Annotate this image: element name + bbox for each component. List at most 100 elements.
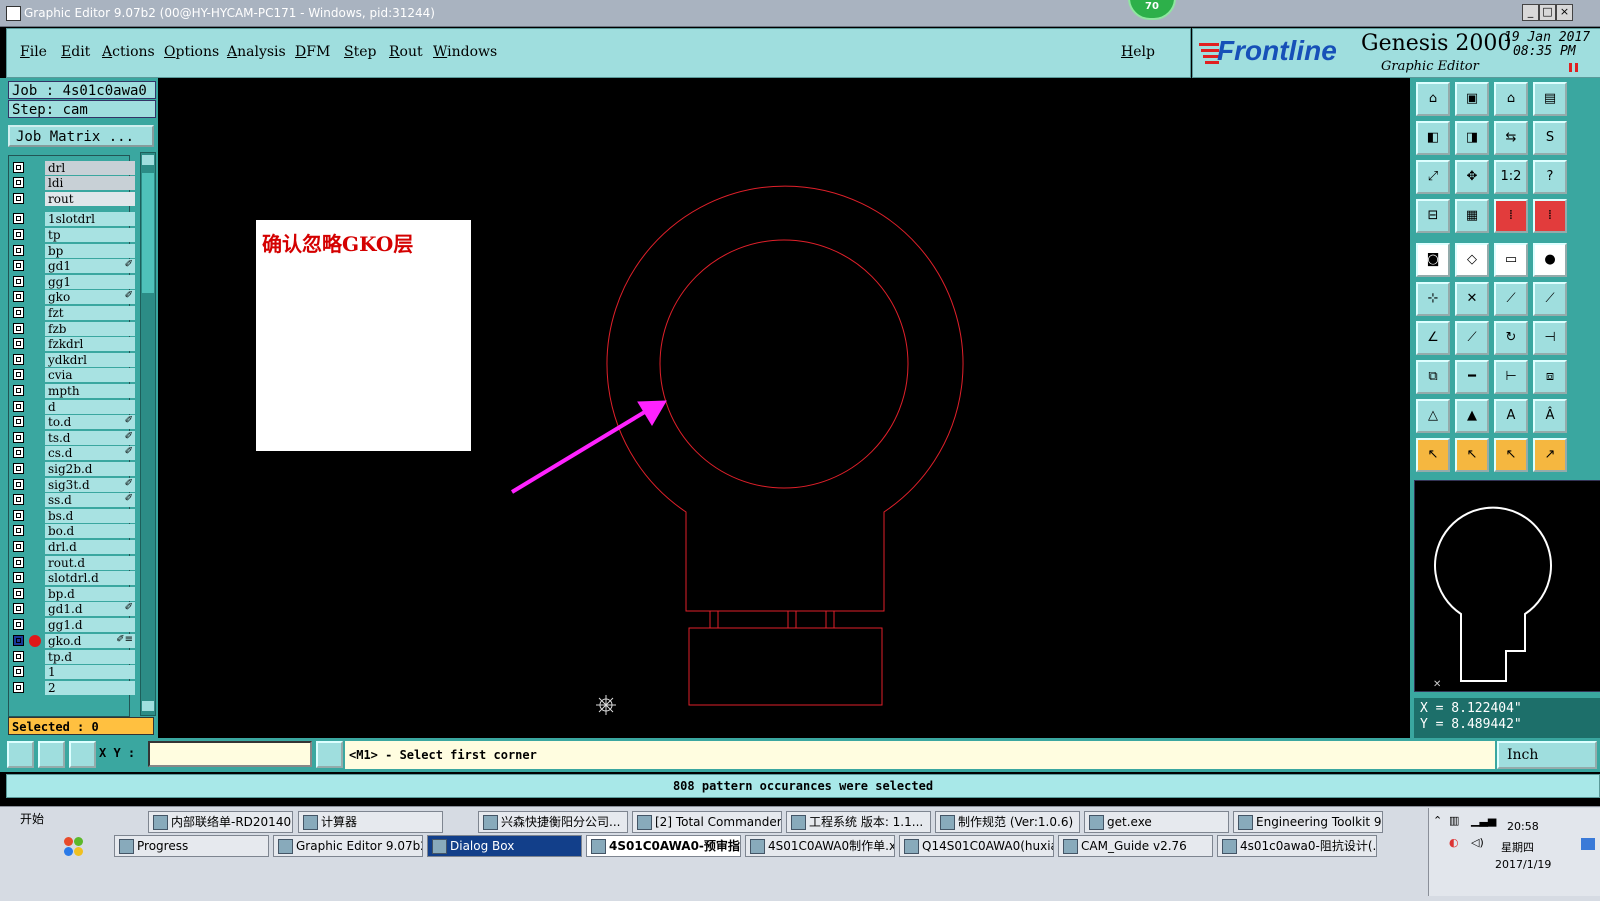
shape-icon[interactable]: ◙: [1416, 243, 1450, 277]
flip-icon[interactable]: ⊣: [1533, 321, 1567, 355]
ruler-icon[interactable]: ▭: [1494, 243, 1528, 277]
task-button[interactable]: 兴森快捷衡阳分公司...: [478, 811, 628, 833]
angle-mode-icon[interactable]: [38, 741, 65, 768]
unit-selector[interactable]: Inch: [1497, 741, 1597, 769]
tray-weekday: 星期四: [1501, 841, 1534, 854]
command-prompt: <M1> - Select first corner: [345, 741, 1495, 769]
zoom-window-icon[interactable]: ▣: [1455, 82, 1489, 116]
select-features-icon[interactable]: ⁞: [1494, 199, 1528, 233]
triangle-add-icon[interactable]: △: [1416, 399, 1450, 433]
task-button-active[interactable]: 4S01C0AWA0-预审指...: [586, 835, 741, 857]
show-desktop-icon[interactable]: [1581, 838, 1595, 850]
zoom-home-icon[interactable]: ⌂: [1416, 82, 1450, 116]
system-tray: ⌃ ▥ ▁▃▅ ◐ ◁) 20:58 星期四 2017/1/19: [1428, 808, 1600, 896]
task-button[interactable]: 内部联络单-RD20140...: [148, 811, 293, 833]
windows-logo-icon[interactable]: [64, 837, 84, 857]
tray-expand-icon[interactable]: ⌃: [1433, 814, 1442, 827]
angle-icon[interactable]: ∠: [1416, 321, 1450, 355]
inner-circle-outline: [659, 239, 909, 489]
task-button[interactable]: 制作规范 (Ver:1.0.6): [935, 811, 1080, 833]
line-node-icon[interactable]: ⟋: [1494, 282, 1528, 316]
task-button[interactable]: 4S01C0AWA0制作单.xls...: [745, 835, 895, 857]
task-button[interactable]: [2] Total Commander 7...: [632, 811, 782, 833]
tray-clock[interactable]: 20:58: [1507, 820, 1539, 833]
task-button[interactable]: Progress: [114, 835, 269, 857]
time-display: 08:35 PM: [1513, 44, 1576, 59]
task-button[interactable]: 工程系统 版本: 1.1...: [786, 811, 931, 833]
grid-icon[interactable]: ▦: [1455, 199, 1489, 233]
info-icon[interactable]: [316, 741, 343, 768]
line-end-icon[interactable]: ⟋: [1533, 282, 1567, 316]
pan-right-icon[interactable]: ◨: [1455, 121, 1489, 155]
help-icon[interactable]: ?: [1533, 160, 1567, 194]
status-message: 808 pattern occurances were selected: [6, 774, 1600, 798]
pointer-arrow: [510, 400, 667, 494]
task-button[interactable]: CAM_Guide v2.76: [1058, 835, 1213, 857]
pointer-tool-icon[interactable]: ↖: [1416, 438, 1450, 472]
tray-date: 2017/1/19: [1495, 858, 1552, 871]
pointer-select-icon[interactable]: ↖: [1455, 438, 1489, 472]
copy-icon[interactable]: ⧉: [1416, 360, 1450, 394]
task-button[interactable]: Graphic Editor 9.07b2 (0...: [273, 835, 423, 857]
cursor-crosshair-icon: [596, 695, 616, 715]
snap-icon[interactable]: S: [1533, 121, 1567, 155]
overview-icon[interactable]: ▤: [1533, 82, 1567, 116]
slope-icon[interactable]: ⟋: [1455, 321, 1489, 355]
pause-icon: [1569, 63, 1572, 72]
zoom-fit-icon[interactable]: ⤢: [1416, 160, 1450, 194]
annotation-text: 确认忽略GKO层: [262, 232, 414, 256]
snap-mode-icon[interactable]: [7, 741, 34, 768]
task-button[interactable]: Engineering Toolkit 9.0...: [1233, 811, 1383, 833]
group-icon[interactable]: ⧈: [1533, 360, 1567, 394]
task-button-selected[interactable]: Dialog Box: [427, 835, 582, 857]
coordinate-x: X = 8.122404": [1420, 701, 1522, 716]
zoom-center-icon[interactable]: ✥: [1455, 160, 1489, 194]
transform-icon[interactable]: ◇: [1455, 243, 1489, 277]
minimize-button[interactable]: _: [1522, 4, 1539, 21]
rotate-icon[interactable]: ↻: [1494, 321, 1528, 355]
close-button[interactable]: ×: [1556, 4, 1573, 21]
mirror-icon[interactable]: ⇆: [1494, 121, 1528, 155]
cursor-coordinates: X = 8.122404" Y = 8.489442": [1414, 698, 1600, 738]
home-view-icon[interactable]: ⌂: [1494, 82, 1528, 116]
board-drawing: [510, 185, 964, 715]
overview-board-outline: ✕: [1433, 506, 1552, 690]
task-button[interactable]: Q14S01C0AWA0(huxian...: [899, 835, 1054, 857]
trace-icon[interactable]: ━: [1455, 360, 1489, 394]
tray-volume-icon[interactable]: ◁): [1471, 836, 1484, 849]
pad-icon[interactable]: ●: [1533, 243, 1567, 277]
pointer-move-icon[interactable]: ↖: [1494, 438, 1528, 472]
grid-mode-icon[interactable]: [69, 741, 96, 768]
maximize-button[interactable]: □: [1539, 4, 1556, 21]
triangle-delete-icon[interactable]: Â: [1533, 399, 1567, 433]
svg-text:✕: ✕: [1433, 679, 1441, 690]
tray-signal-icon[interactable]: ▁▃▅: [1471, 814, 1496, 827]
triangle-edit-icon[interactable]: A: [1494, 399, 1528, 433]
pointer-route-icon[interactable]: ↗: [1533, 438, 1567, 472]
tray-network-icon[interactable]: ▥: [1449, 814, 1459, 827]
tray-app-icon[interactable]: ◐: [1449, 836, 1459, 849]
delete-node-icon[interactable]: ✕: [1455, 282, 1489, 316]
overview-window[interactable]: ✕: [1414, 480, 1600, 692]
pan-left-icon[interactable]: ◧: [1416, 121, 1450, 155]
xy-label: X Y :: [99, 746, 136, 760]
dimension-icon[interactable]: ⊢: [1494, 360, 1528, 394]
task-button[interactable]: get.exe: [1084, 811, 1229, 833]
triangle-move-icon[interactable]: ▲: [1455, 399, 1489, 433]
annotation-note: 确认忽略GKO层: [256, 220, 471, 451]
xy-input[interactable]: [148, 741, 312, 767]
start-button[interactable]: 开始: [2, 808, 54, 830]
date-display: 19 Jan 2017: [1504, 30, 1591, 45]
coordinate-y: Y = 8.489442": [1420, 717, 1522, 732]
connect-icon[interactable]: ⊹: [1416, 282, 1450, 316]
board-profile-outline: [606, 185, 964, 612]
select-net-icon[interactable]: ⁞: [1533, 199, 1567, 233]
zoom-ratio-icon[interactable]: 1:2: [1494, 160, 1528, 194]
task-button[interactable]: 4s01c0awa0-阻抗设计(...: [1217, 835, 1377, 857]
measure-icon[interactable]: ⊟: [1416, 199, 1450, 233]
tab-rectangle-outline: [688, 627, 883, 706]
task-button[interactable]: 计算器: [298, 811, 443, 833]
windows-taskbar: 内部联络单-RD20140... 计算器 兴森快捷衡阳分公司... [2] To…: [0, 806, 1600, 901]
command-bar: X Y : <M1> - Select first corner Inch: [0, 738, 1600, 772]
pause-icon-bar: [1575, 63, 1578, 72]
